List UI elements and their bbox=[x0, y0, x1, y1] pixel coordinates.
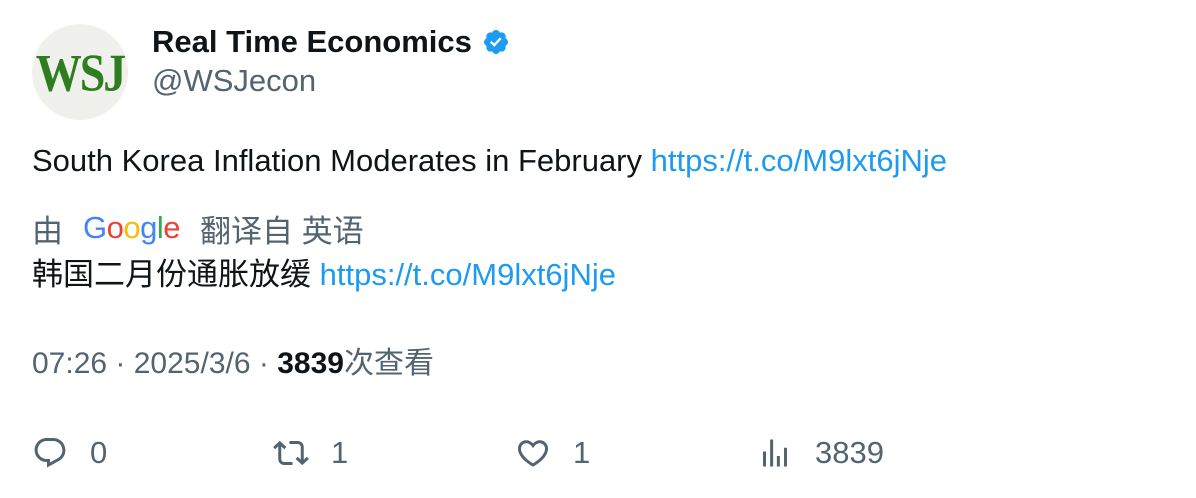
translated-body: 韩国二月份通胀放缓 bbox=[32, 257, 311, 292]
google-logo: Google bbox=[83, 210, 181, 245]
translated-text: 韩国二月份通胀放缓 https://t.co/M9lxt6jNje bbox=[32, 255, 616, 295]
author-name[interactable]: Real Time Economics bbox=[152, 24, 472, 60]
verified-badge-icon bbox=[483, 30, 508, 54]
view-count-label: 次查看 bbox=[343, 347, 434, 380]
author-handle[interactable]: @WSJecon bbox=[152, 63, 316, 99]
tweet-body: South Korea Inflation Moderates in Febru… bbox=[32, 143, 643, 178]
tweet-link[interactable]: https://t.co/M9lxt6jNje bbox=[651, 143, 947, 178]
translated-from-label: 翻译自 英语 bbox=[200, 213, 364, 249]
like-icon bbox=[517, 440, 549, 467]
tweet-meta: 07:26 · 2025/3/6 · 3839次查看 bbox=[32, 344, 434, 384]
like-count: 1 bbox=[573, 435, 591, 470]
avatar-logo-text: WSJ bbox=[35, 42, 127, 102]
retweet-count: 1 bbox=[331, 435, 349, 470]
retweet-icon bbox=[273, 440, 309, 466]
avatar[interactable]: WSJ bbox=[32, 24, 128, 120]
like-button[interactable]: 1 bbox=[515, 428, 590, 478]
tweet-text: South Korea Inflation Moderates in Febru… bbox=[32, 141, 947, 181]
tweet-time[interactable]: 07:26 bbox=[32, 347, 107, 380]
author-name-row: Real Time Economics bbox=[152, 22, 510, 62]
views-icon bbox=[763, 439, 787, 467]
meta-separator: · bbox=[107, 347, 134, 380]
view-count: 3839 bbox=[277, 347, 344, 380]
reply-count: 0 bbox=[90, 435, 108, 470]
translated-by-label: 由 bbox=[32, 213, 63, 249]
views-button[interactable]: 3839 bbox=[757, 428, 884, 478]
meta-separator: · bbox=[250, 347, 278, 380]
action-bar: 0 1 1 3839 bbox=[0, 428, 1196, 478]
translation-attribution: 由 Google 翻译自 英语 bbox=[32, 207, 364, 249]
views-count: 3839 bbox=[815, 435, 884, 470]
retweet-button[interactable]: 1 bbox=[273, 428, 348, 478]
tweet-date[interactable]: 2025/3/6 bbox=[134, 347, 251, 380]
reply-button[interactable]: 0 bbox=[32, 428, 107, 478]
reply-icon bbox=[34, 438, 66, 468]
translated-link[interactable]: https://t.co/M9lxt6jNje bbox=[320, 257, 616, 292]
